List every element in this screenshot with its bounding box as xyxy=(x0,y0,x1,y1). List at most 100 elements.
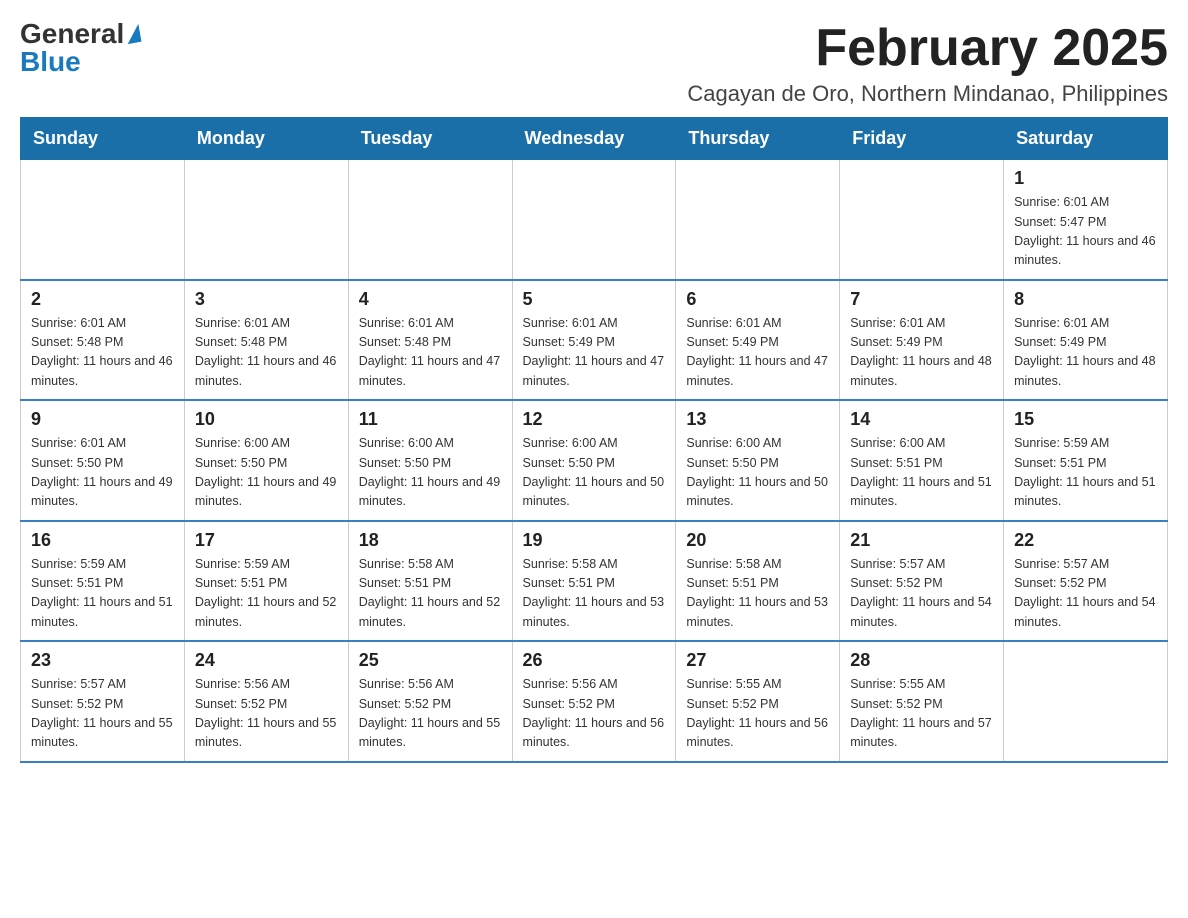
calendar-cell: 2 Sunrise: 6:01 AMSunset: 5:48 PMDaylight… xyxy=(21,280,185,401)
sun-info: Sunrise: 5:57 AMSunset: 5:52 PMDaylight:… xyxy=(31,675,174,753)
sun-info: Sunrise: 6:00 AMSunset: 5:50 PMDaylight:… xyxy=(686,434,829,512)
day-number: 25 xyxy=(359,650,502,671)
day-number: 2 xyxy=(31,289,174,310)
calendar-week-row: 2 Sunrise: 6:01 AMSunset: 5:48 PMDaylight… xyxy=(21,280,1168,401)
day-number: 4 xyxy=(359,289,502,310)
day-of-week-header: Sunday xyxy=(21,118,185,160)
calendar-cell xyxy=(21,160,185,280)
calendar-week-row: 16 Sunrise: 5:59 AMSunset: 5:51 PMDayligh… xyxy=(21,521,1168,642)
day-number: 3 xyxy=(195,289,338,310)
day-number: 13 xyxy=(686,409,829,430)
sun-info: Sunrise: 6:00 AMSunset: 5:50 PMDaylight:… xyxy=(523,434,666,512)
month-title: February 2025 xyxy=(687,20,1168,77)
calendar-week-row: 9 Sunrise: 6:01 AMSunset: 5:50 PMDaylight… xyxy=(21,400,1168,521)
sun-info: Sunrise: 6:01 AMSunset: 5:48 PMDaylight:… xyxy=(195,314,338,392)
calendar-cell: 19 Sunrise: 5:58 AMSunset: 5:51 PMDayligh… xyxy=(512,521,676,642)
calendar-cell xyxy=(512,160,676,280)
calendar-cell: 3 Sunrise: 6:01 AMSunset: 5:48 PMDaylight… xyxy=(184,280,348,401)
logo-blue-text: Blue xyxy=(20,48,81,76)
day-number: 20 xyxy=(686,530,829,551)
day-number: 9 xyxy=(31,409,174,430)
sun-info: Sunrise: 6:00 AMSunset: 5:50 PMDaylight:… xyxy=(195,434,338,512)
sun-info: Sunrise: 5:58 AMSunset: 5:51 PMDaylight:… xyxy=(359,555,502,633)
calendar-cell: 24 Sunrise: 5:56 AMSunset: 5:52 PMDayligh… xyxy=(184,641,348,762)
sun-info: Sunrise: 5:58 AMSunset: 5:51 PMDaylight:… xyxy=(686,555,829,633)
title-area: February 2025 Cagayan de Oro, Northern M… xyxy=(687,20,1168,107)
calendar-cell xyxy=(1004,641,1168,762)
sun-info: Sunrise: 5:56 AMSunset: 5:52 PMDaylight:… xyxy=(359,675,502,753)
calendar-cell xyxy=(840,160,1004,280)
calendar-cell: 25 Sunrise: 5:56 AMSunset: 5:52 PMDayligh… xyxy=(348,641,512,762)
day-number: 11 xyxy=(359,409,502,430)
day-of-week-header: Wednesday xyxy=(512,118,676,160)
sun-info: Sunrise: 6:01 AMSunset: 5:49 PMDaylight:… xyxy=(850,314,993,392)
calendar-cell: 20 Sunrise: 5:58 AMSunset: 5:51 PMDayligh… xyxy=(676,521,840,642)
page-header: General Blue February 2025 Cagayan de Or… xyxy=(20,20,1168,107)
calendar-cell: 21 Sunrise: 5:57 AMSunset: 5:52 PMDayligh… xyxy=(840,521,1004,642)
day-number: 16 xyxy=(31,530,174,551)
day-number: 10 xyxy=(195,409,338,430)
calendar-cell: 15 Sunrise: 5:59 AMSunset: 5:51 PMDayligh… xyxy=(1004,400,1168,521)
calendar-cell xyxy=(184,160,348,280)
logo-arrow-icon xyxy=(125,24,142,44)
sun-info: Sunrise: 6:01 AMSunset: 5:50 PMDaylight:… xyxy=(31,434,174,512)
day-number: 17 xyxy=(195,530,338,551)
calendar-cell: 12Sunrise: 6:00 AMSunset: 5:50 PMDayligh… xyxy=(512,400,676,521)
calendar-cell: 1 Sunrise: 6:01 AMSunset: 5:47 PMDaylight… xyxy=(1004,160,1168,280)
calendar-cell: 26Sunrise: 5:56 AMSunset: 5:52 PMDayligh… xyxy=(512,641,676,762)
sun-info: Sunrise: 5:55 AMSunset: 5:52 PMDaylight:… xyxy=(850,675,993,753)
calendar-cell: 28 Sunrise: 5:55 AMSunset: 5:52 PMDayligh… xyxy=(840,641,1004,762)
calendar-week-row: 23 Sunrise: 5:57 AMSunset: 5:52 PMDayligh… xyxy=(21,641,1168,762)
calendar-cell: 8Sunrise: 6:01 AMSunset: 5:49 PMDaylight… xyxy=(1004,280,1168,401)
sun-info: Sunrise: 5:59 AMSunset: 5:51 PMDaylight:… xyxy=(195,555,338,633)
sun-info: Sunrise: 6:01 AMSunset: 5:48 PMDaylight:… xyxy=(31,314,174,392)
day-number: 21 xyxy=(850,530,993,551)
day-of-week-header: Saturday xyxy=(1004,118,1168,160)
calendar-cell: 5 Sunrise: 6:01 AMSunset: 5:49 PMDaylight… xyxy=(512,280,676,401)
sun-info: Sunrise: 5:57 AMSunset: 5:52 PMDaylight:… xyxy=(850,555,993,633)
calendar-cell: 11 Sunrise: 6:00 AMSunset: 5:50 PMDayligh… xyxy=(348,400,512,521)
day-number: 1 xyxy=(1014,168,1157,189)
calendar-cell: 13 Sunrise: 6:00 AMSunset: 5:50 PMDayligh… xyxy=(676,400,840,521)
calendar-cell: 22 Sunrise: 5:57 AMSunset: 5:52 PMDayligh… xyxy=(1004,521,1168,642)
calendar-cell: 4 Sunrise: 6:01 AMSunset: 5:48 PMDaylight… xyxy=(348,280,512,401)
day-number: 15 xyxy=(1014,409,1157,430)
calendar-cell: 6 Sunrise: 6:01 AMSunset: 5:49 PMDaylight… xyxy=(676,280,840,401)
sun-info: Sunrise: 5:55 AMSunset: 5:52 PMDaylight:… xyxy=(686,675,829,753)
day-number: 23 xyxy=(31,650,174,671)
sun-info: Sunrise: 5:59 AMSunset: 5:51 PMDaylight:… xyxy=(31,555,174,633)
sun-info: Sunrise: 5:56 AMSunset: 5:52 PMDaylight:… xyxy=(523,675,666,753)
day-of-week-header: Tuesday xyxy=(348,118,512,160)
logo: General Blue xyxy=(20,20,140,76)
day-number: 19 xyxy=(523,530,666,551)
day-number: 7 xyxy=(850,289,993,310)
day-number: 22 xyxy=(1014,530,1157,551)
calendar-table: SundayMondayTuesdayWednesdayThursdayFrid… xyxy=(20,117,1168,763)
sun-info: Sunrise: 6:00 AMSunset: 5:50 PMDaylight:… xyxy=(359,434,502,512)
day-number: 5 xyxy=(523,289,666,310)
day-number: 6 xyxy=(686,289,829,310)
calendar-header-row: SundayMondayTuesdayWednesdayThursdayFrid… xyxy=(21,118,1168,160)
calendar-cell: 23 Sunrise: 5:57 AMSunset: 5:52 PMDayligh… xyxy=(21,641,185,762)
logo-general-text: General xyxy=(20,20,124,48)
calendar-cell: 16 Sunrise: 5:59 AMSunset: 5:51 PMDayligh… xyxy=(21,521,185,642)
day-of-week-header: Friday xyxy=(840,118,1004,160)
day-number: 8 xyxy=(1014,289,1157,310)
sun-info: Sunrise: 6:01 AMSunset: 5:47 PMDaylight:… xyxy=(1014,193,1157,271)
calendar-cell: 14Sunrise: 6:00 AMSunset: 5:51 PMDayligh… xyxy=(840,400,1004,521)
sun-info: Sunrise: 5:59 AMSunset: 5:51 PMDaylight:… xyxy=(1014,434,1157,512)
sun-info: Sunrise: 6:01 AMSunset: 5:48 PMDaylight:… xyxy=(359,314,502,392)
calendar-cell: 27 Sunrise: 5:55 AMSunset: 5:52 PMDayligh… xyxy=(676,641,840,762)
day-number: 24 xyxy=(195,650,338,671)
sun-info: Sunrise: 5:56 AMSunset: 5:52 PMDaylight:… xyxy=(195,675,338,753)
day-number: 18 xyxy=(359,530,502,551)
calendar-cell: 10 Sunrise: 6:00 AMSunset: 5:50 PMDayligh… xyxy=(184,400,348,521)
sun-info: Sunrise: 6:01 AMSunset: 5:49 PMDaylight:… xyxy=(686,314,829,392)
day-number: 27 xyxy=(686,650,829,671)
sun-info: Sunrise: 6:01 AMSunset: 5:49 PMDaylight:… xyxy=(523,314,666,392)
calendar-cell: 18 Sunrise: 5:58 AMSunset: 5:51 PMDayligh… xyxy=(348,521,512,642)
location-title: Cagayan de Oro, Northern Mindanao, Phili… xyxy=(687,81,1168,107)
sun-info: Sunrise: 5:57 AMSunset: 5:52 PMDaylight:… xyxy=(1014,555,1157,633)
day-number: 28 xyxy=(850,650,993,671)
sun-info: Sunrise: 5:58 AMSunset: 5:51 PMDaylight:… xyxy=(523,555,666,633)
